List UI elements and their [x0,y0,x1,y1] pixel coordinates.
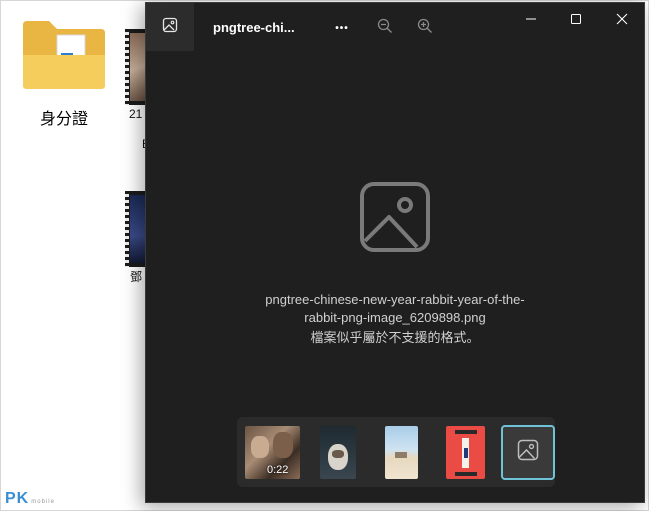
zoom-in-icon [417,18,433,39]
unsupported-image-thumbnail[interactable] [501,425,555,480]
cat-thumbnail[interactable] [320,426,356,479]
close-button[interactable] [599,3,645,39]
minimize-icon [525,12,537,30]
maximize-button[interactable] [553,3,599,39]
zoom-in-button[interactable] [412,15,438,41]
video-duration: 0:22 [267,464,289,476]
image-icon [162,17,178,38]
photo-viewer-window: pngtree-chi... ••• pngtree-chinese-new-y… [145,2,645,503]
video-file-1-label: 21 [129,107,143,121]
video-file-2-label: 鄧 [130,270,143,284]
filmstrip: 0:22 [237,417,555,487]
unsupported-format-message: 檔案似乎屬於不支援的格式。 [310,330,480,345]
more-icon: ••• [335,22,349,34]
close-icon [616,12,628,30]
watermark-logo: PK mobile [5,490,55,507]
maximize-icon [570,12,582,30]
zoom-out-icon [377,18,393,39]
gallery-button[interactable] [146,3,194,51]
file-title: pngtree-chi... [213,20,295,35]
folder-label: 身分證 [39,111,88,128]
unsupported-placeholder [146,181,644,258]
minimize-button[interactable] [508,3,554,39]
beach-thumbnail[interactable] [385,426,418,479]
title-bar: pngtree-chi... ••• [146,3,644,51]
zoom-out-button[interactable] [372,15,398,41]
broken-image-icon [359,181,431,258]
desktop-folder[interactable]: 身分證 [21,19,107,128]
image-placeholder-icon [517,439,539,466]
file-name-text: pngtree-chinese-new-year-rabbit-year-of-… [265,292,525,325]
red-poster-thumbnail[interactable] [446,426,485,479]
more-options-button[interactable]: ••• [329,15,355,41]
video-thumbnail[interactable]: 0:22 [245,426,300,479]
folder-icon [21,19,107,89]
